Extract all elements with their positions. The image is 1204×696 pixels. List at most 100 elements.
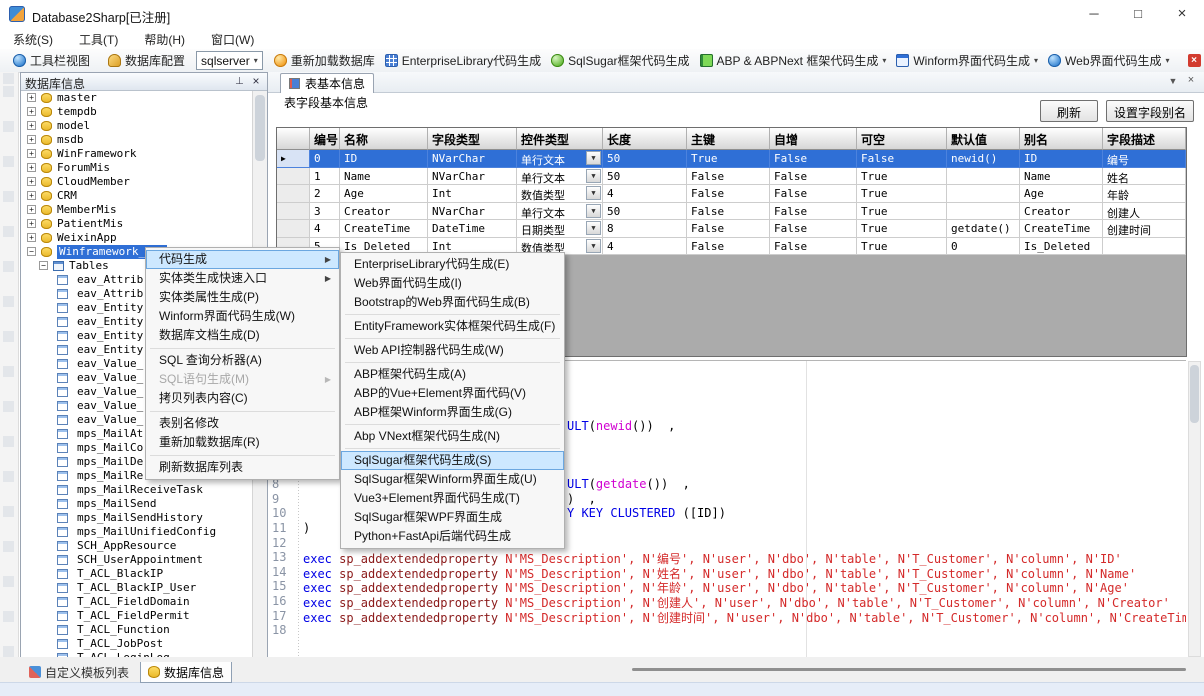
tree-node-T_ACL_BlackIP[interactable]: T_ACL_BlackIP: [21, 567, 253, 581]
tree-node-T_ACL_FieldPermit[interactable]: T_ACL_FieldPermit: [21, 609, 253, 623]
combo-dropdown-icon[interactable]: ▼: [586, 186, 601, 200]
context-menu-item-刷新数据库列表[interactable]: 刷新数据库列表: [146, 458, 339, 477]
tree-node-master[interactable]: +master: [21, 91, 253, 105]
menubar-item-W[interactable]: 窗口(W): [198, 28, 267, 49]
submenu-item-SqlSugar框架代码生成(S)[interactable]: SqlSugar框架代码生成(S): [341, 451, 564, 470]
toolbar-button-退出[interactable]: ×退出: [1183, 50, 1204, 71]
menubar-item-T[interactable]: 工具(T): [66, 28, 131, 49]
menubar-item-H[interactable]: 帮助(H): [131, 28, 198, 49]
tree-expander-icon[interactable]: −: [27, 247, 36, 256]
tree-expander-icon[interactable]: +: [27, 163, 36, 172]
grid-header-名称[interactable]: 名称: [340, 128, 428, 150]
submenu-item-Python+FastApi后端代码生成[interactable]: Python+FastApi后端代码生成: [341, 527, 564, 546]
minimize-button[interactable]: ─: [1072, 0, 1116, 28]
grid-header-selector[interactable]: [277, 128, 310, 150]
row-selector[interactable]: [277, 203, 310, 221]
tree-node-tempdb[interactable]: +tempdb: [21, 105, 253, 119]
combo-dropdown-icon[interactable]: ▼: [586, 169, 601, 183]
dock-tab-数据库信息[interactable]: 数据库信息: [140, 662, 232, 683]
menubar-item-S[interactable]: 系统(S): [0, 28, 66, 49]
tree-node-msdb[interactable]: +msdb: [21, 133, 253, 147]
tree-node-mps_MailUnifiedConfig[interactable]: mps_MailUnifiedConfig: [21, 525, 253, 539]
grid-header-控件类型[interactable]: 控件类型: [517, 128, 603, 150]
submenu-item-Web界面代码生成(I)[interactable]: Web界面代码生成(I): [341, 274, 564, 293]
tree-expander-icon[interactable]: +: [27, 219, 36, 228]
submenu-item-ABP框架Winform界面生成(G)[interactable]: ABP框架Winform界面生成(G): [341, 403, 564, 422]
grid-header-字段类型[interactable]: 字段类型: [428, 128, 517, 150]
grid-header-主键[interactable]: 主键: [687, 128, 770, 150]
tree-expander-icon[interactable]: +: [27, 191, 36, 200]
tree-node-MemberMis[interactable]: +MemberMis: [21, 203, 253, 217]
toolbar-button-EnterpriseLibrary代码生成[interactable]: EnterpriseLibrary代码生成: [380, 50, 546, 71]
toolbar-button-重新加载数据库[interactable]: 重新加载数据库: [269, 50, 380, 71]
toolbar-button-Web界面代码生成[interactable]: Web界面代码生成▾: [1043, 50, 1174, 71]
cell[interactable]: 数值类型▼: [517, 185, 603, 203]
tree-node-SCH_UserAppointment[interactable]: SCH_UserAppointment: [21, 553, 253, 567]
grid-header-编号[interactable]: 编号: [310, 128, 340, 150]
tree-node-ForumMis[interactable]: +ForumMis: [21, 161, 253, 175]
row-selector[interactable]: [277, 220, 310, 238]
tree-expander-icon[interactable]: +: [27, 135, 36, 144]
grid-header-默认值[interactable]: 默认值: [947, 128, 1020, 150]
connection-select[interactable]: sqlserver▾: [196, 51, 263, 70]
tree-node-CRM[interactable]: +CRM: [21, 189, 253, 203]
submenu-item-SqlSugar框架Winform界面生成(U)[interactable]: SqlSugar框架Winform界面生成(U): [341, 470, 564, 489]
grid-header-长度[interactable]: 长度: [603, 128, 687, 150]
tree-node-WinFramework[interactable]: +WinFramework: [21, 147, 253, 161]
tree-expander-icon[interactable]: +: [27, 121, 36, 130]
tree-scrollbar-thumb[interactable]: [255, 95, 265, 161]
combo-dropdown-icon[interactable]: ▼: [586, 239, 601, 253]
tree-node-mps_MailSendHistory[interactable]: mps_MailSendHistory: [21, 511, 253, 525]
toolbar-button-SqlSugar框架代码生成[interactable]: SqlSugar框架代码生成: [546, 50, 694, 71]
pin-icon[interactable]: ⊥: [234, 76, 245, 87]
submenu-item-Web API控制器代码生成(W)[interactable]: Web API控制器代码生成(W): [341, 341, 564, 360]
tree-expander-icon[interactable]: +: [27, 233, 36, 242]
maximize-button[interactable]: □: [1116, 0, 1160, 28]
cell[interactable]: 单行文本▼: [517, 150, 603, 168]
grid-header-别名[interactable]: 别名: [1020, 128, 1103, 150]
tree-node-PatientMis[interactable]: +PatientMis: [21, 217, 253, 231]
tree-expander-icon[interactable]: +: [27, 149, 36, 158]
combo-dropdown-icon[interactable]: ▼: [586, 151, 601, 165]
sql-scrollbar-thumb[interactable]: [1190, 365, 1199, 423]
cell[interactable]: 单行文本▼: [517, 203, 603, 221]
submenu-item-Vue3+Element界面代码生成(T)[interactable]: Vue3+Element界面代码生成(T): [341, 489, 564, 508]
set-field-alias-button[interactable]: 设置字段别名: [1106, 100, 1194, 122]
context-menu-item-拷贝列表内容(C)[interactable]: 拷贝列表内容(C): [146, 389, 339, 408]
submenu-item-SqlSugar框架WPF界面生成[interactable]: SqlSugar框架WPF界面生成: [341, 508, 564, 527]
grid-header-字段描述[interactable]: 字段描述: [1103, 128, 1186, 150]
tree-node-T_ACL_Function[interactable]: T_ACL_Function: [21, 623, 253, 637]
row-selector[interactable]: [277, 185, 310, 203]
submenu-item-ABP框架代码生成(A)[interactable]: ABP框架代码生成(A): [341, 365, 564, 384]
tree-expander-icon[interactable]: +: [27, 93, 36, 102]
tree-node-mps_MailReceiveTask[interactable]: mps_MailReceiveTask: [21, 483, 253, 497]
context-menu-item-实体类生成快速入口[interactable]: 实体类生成快速入口▶: [146, 269, 339, 288]
close-button[interactable]: ×: [1160, 0, 1204, 28]
dock-tab-自定义模板列表[interactable]: 自定义模板列表: [22, 662, 136, 682]
grid-header-自增[interactable]: 自增: [770, 128, 857, 150]
tab-close-icon[interactable]: ×: [1184, 74, 1198, 86]
context-menu-item-重新加载数据库(R)[interactable]: 重新加载数据库(R): [146, 433, 339, 452]
tree-node-T_ACL_FieldDomain[interactable]: T_ACL_FieldDomain: [21, 595, 253, 609]
context-menu-item-数据库文档生成(D)[interactable]: 数据库文档生成(D): [146, 326, 339, 345]
tree-expander-icon[interactable]: +: [27, 177, 36, 186]
context-menu-item-代码生成[interactable]: 代码生成▶: [146, 250, 339, 269]
row-selector[interactable]: ▶: [277, 150, 310, 168]
toolbar-button-Winform界面代码生成[interactable]: Winform界面代码生成▾: [891, 50, 1043, 71]
grid-header-可空[interactable]: 可空: [857, 128, 947, 150]
panel-close-icon[interactable]: ×: [250, 75, 262, 87]
refresh-button[interactable]: 刷新: [1040, 100, 1098, 122]
combo-dropdown-icon[interactable]: ▼: [586, 221, 601, 235]
submenu-item-Abp VNext框架代码生成(N)[interactable]: Abp VNext框架代码生成(N): [341, 427, 564, 446]
tree-node-SCH_AppResource[interactable]: SCH_AppResource: [21, 539, 253, 553]
tree-node-WeixinApp[interactable]: +WeixinApp: [21, 231, 253, 245]
submenu-item-ABP的Vue+Element界面代码(V)[interactable]: ABP的Vue+Element界面代码(V): [341, 384, 564, 403]
tab-list-dropdown-icon[interactable]: ▼: [1166, 76, 1180, 86]
tree-node-T_ACL_BlackIP_User[interactable]: T_ACL_BlackIP_User: [21, 581, 253, 595]
tree-expander-icon[interactable]: −: [39, 261, 48, 270]
submenu-item-EnterpriseLibrary代码生成(E)[interactable]: EnterpriseLibrary代码生成(E): [341, 255, 564, 274]
combo-dropdown-icon[interactable]: ▼: [586, 204, 601, 218]
row-selector[interactable]: [277, 168, 310, 186]
cell[interactable]: 单行文本▼: [517, 168, 603, 186]
submenu-item-EntityFramework实体框架代码生成(F)[interactable]: EntityFramework实体框架代码生成(F): [341, 317, 564, 336]
